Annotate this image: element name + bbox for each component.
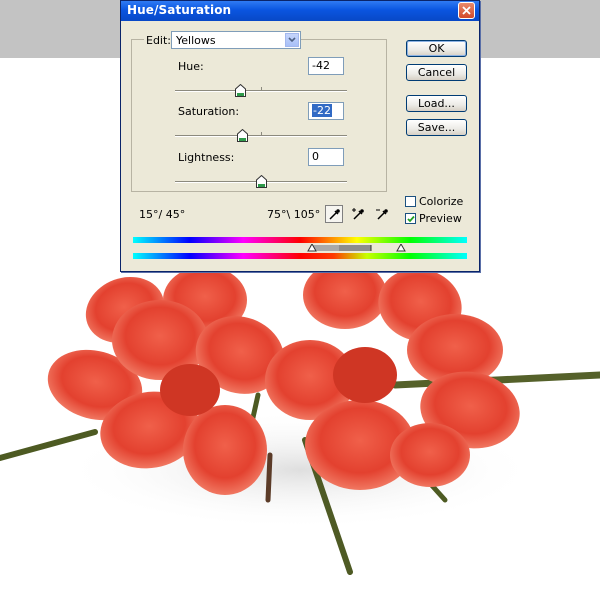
eyedropper-button[interactable] [325,205,343,223]
preview-label[interactable]: Preview [419,212,462,225]
hue-value: -42 [312,59,330,72]
range-left-angles: 15°/ 45° [139,208,186,221]
dropdown-arrow[interactable] [285,33,299,47]
hue-label: Hue: [178,60,204,73]
color-range-slider[interactable] [133,245,467,251]
close-icon [462,6,471,15]
eyedropper-minus-button[interactable] [373,205,391,223]
colorize-label[interactable]: Colorize [419,195,463,208]
hue-slider-thumb[interactable] [235,84,247,97]
result-color-spectrum [133,253,467,259]
range-left-falloff-handle[interactable] [307,244,317,252]
close-button[interactable] [458,2,475,19]
lightness-value: 0 [312,150,319,163]
lightness-label: Lightness: [178,151,235,164]
saturation-slider-track[interactable] [175,132,347,137]
eyedropper-icon [329,209,340,220]
eyedropper-plus-button[interactable] [349,205,367,223]
edit-select-value: Yellows [176,34,216,47]
saturation-label: Saturation: [178,105,240,118]
range-right-falloff-handle[interactable] [396,244,406,252]
saturation-center-tick [261,132,262,136]
hue-center-tick [261,87,262,91]
saturation-input[interactable]: -22 [308,102,344,120]
load-button[interactable]: Load... [406,95,467,112]
preview-checkbox[interactable] [405,213,416,224]
lightness-input[interactable]: 0 [308,148,344,166]
dialog-title: Hue/Saturation [127,3,232,17]
cancel-button[interactable]: Cancel [406,64,467,81]
eyedropper-minus-icon [376,209,388,220]
lightness-slider-thumb[interactable] [255,175,267,188]
edit-label: Edit: [144,34,174,47]
checkmark-icon [407,215,415,223]
save-button[interactable]: Save... [406,119,467,136]
range-right-angles: 75°\ 105° [267,208,321,221]
saturation-value: -22 [312,104,332,117]
eyedropper-plus-icon [352,208,364,220]
saturation-slider-thumb[interactable] [236,129,248,142]
hue-slider-track[interactable] [175,87,347,92]
hue-input[interactable]: -42 [308,57,344,75]
chevron-down-icon [288,37,296,43]
adjustment-group [131,39,387,192]
ok-button[interactable]: OK [406,40,467,57]
edit-select[interactable]: Yellows [171,31,301,49]
source-color-spectrum [133,237,467,243]
colorize-checkbox[interactable] [405,196,416,207]
dialog-titlebar[interactable]: Hue/Saturation [121,1,479,21]
hue-saturation-dialog: Hue/Saturation Edit: Yellows Hue: -42 Sa… [120,0,480,272]
